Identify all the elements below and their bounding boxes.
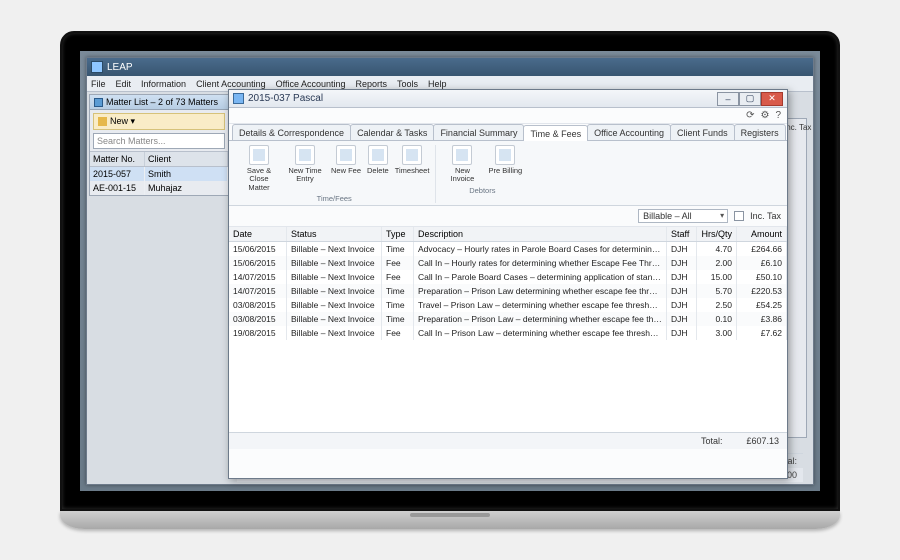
timesheet-button[interactable]: Timesheet [395,145,430,192]
menu-reports[interactable]: Reports [356,79,388,89]
col-staff[interactable]: Staff [667,227,697,241]
grid-row[interactable]: 03/08/2015Billable – Next InvoiceTimePre… [229,312,787,326]
menu-information[interactable]: Information [141,79,186,89]
tab-calendar[interactable]: Calendar & Tasks [350,124,434,140]
new-time-entry-button[interactable]: New Time Entry [285,145,325,192]
dialog-titlebar[interactable]: 2015-037 Pascal – ▢ ✕ [229,90,787,108]
delete-button[interactable]: Delete [367,145,389,192]
col-matter-no[interactable]: Matter No. [90,152,145,166]
new-matter-button[interactable]: New ▾ [93,113,225,130]
list-icon [94,98,103,107]
new-fee-button[interactable]: New Fee [331,145,361,192]
menu-client-accounting[interactable]: Client Accounting [196,79,266,89]
col-date[interactable]: Date [229,227,287,241]
ribbon-group-time-fees: Save & Close Matter New Time Entry New F… [233,145,436,203]
tab-time-fees[interactable]: Time & Fees [523,125,588,141]
save-close-button[interactable]: Save & Close Matter [239,145,279,192]
ribbon-group-debtors: New Invoice Pre Billing Debtors [436,145,528,203]
pre-billing-button[interactable]: Pre Billing [488,145,522,184]
matter-icon [233,93,244,104]
matter-list-header: Matter List – 2 of 73 Matters [90,95,228,110]
grid-header: Date Status Type Description Staff Hrs/Q… [229,227,787,242]
col-description[interactable]: Description [414,227,667,241]
close-button[interactable]: ✕ [761,92,783,106]
total-label: Total: [701,436,723,446]
save-icon [249,145,269,165]
total-amount: £607.13 [746,436,779,446]
tab-office-accounting[interactable]: Office Accounting [587,124,671,140]
matter-row[interactable]: 2015-057 Smith [90,167,228,181]
col-hrs[interactable]: Hrs/Qty [697,227,737,241]
tab-details[interactable]: Details & Correspondence [232,124,351,140]
dialog-sys-icons: ⟳ ⚙ ? [229,108,787,124]
menu-edit[interactable]: Edit [116,79,132,89]
clock-icon [295,145,315,165]
matter-row[interactable]: AE-001-15 Muhajaz [90,181,228,195]
grid-row[interactable]: 15/06/2015Billable – Next InvoiceFeeCall… [229,256,787,270]
tab-client-funds[interactable]: Client Funds [670,124,735,140]
ribbon: Save & Close Matter New Time Entry New F… [229,141,787,206]
timesheet-icon [402,145,422,165]
delete-icon [368,145,388,165]
tab-financial[interactable]: Financial Summary [433,124,524,140]
grid-row[interactable]: 03/08/2015Billable – Next InvoiceTimeTra… [229,298,787,312]
app-icon [91,61,103,73]
laptop-screen: LEAP File Edit Information Client Accoun… [60,31,840,511]
new-label: New ▾ [110,116,135,127]
minimize-button[interactable]: – [717,92,739,106]
inc-tax-label: Inc. Tax [750,211,781,221]
billable-filter-dropdown[interactable]: Billable – All [638,209,728,223]
matter-list-columns: Matter No. Client [90,151,228,167]
grid-body: 15/06/2015Billable – Next InvoiceTimeAdv… [229,242,787,432]
main-titlebar[interactable]: LEAP [87,58,813,76]
menu-help[interactable]: Help [428,79,447,89]
search-matters-input[interactable]: Search Matters... [93,133,225,149]
col-amount[interactable]: Amount [737,227,787,241]
grid-row[interactable]: 19/08/2015Billable – Next InvoiceFeeCall… [229,326,787,340]
invoice-icon [452,145,472,165]
grid-total-row: Total: £607.13 [229,432,787,449]
fee-icon [336,145,356,165]
dialog-tabs: Details & Correspondence Calendar & Task… [229,124,787,141]
inc-tax-checkbox[interactable] [734,211,744,221]
col-type[interactable]: Type [382,227,414,241]
desktop: LEAP File Edit Information Client Accoun… [80,51,820,491]
folder-icon [98,117,107,126]
laptop-frame: LEAP File Edit Information Client Accoun… [60,31,840,529]
matter-list-title: Matter List – 2 of 73 Matters [106,97,218,107]
grid-row[interactable]: 15/06/2015Billable – Next InvoiceTimeAdv… [229,242,787,256]
matter-list-panel: Matter List – 2 of 73 Matters New ▾ Sear… [89,94,229,196]
col-status[interactable]: Status [287,227,382,241]
menu-file[interactable]: File [91,79,106,89]
menu-tools[interactable]: Tools [397,79,418,89]
dialog-title-text: 2015-037 Pascal [248,93,323,104]
laptop-base [60,511,840,529]
grid-row[interactable]: 14/07/2015Billable – Next InvoiceFeeCall… [229,270,787,284]
tab-registers[interactable]: Registers [734,124,786,140]
new-invoice-button[interactable]: New Invoice [442,145,482,184]
refresh-icon[interactable]: ⟳ [746,110,754,121]
help-icon[interactable]: ? [775,110,781,121]
billing-icon [495,145,515,165]
app-title: LEAP [107,62,133,73]
settings-icon[interactable]: ⚙ [760,110,769,121]
grid-row[interactable]: 14/07/2015Billable – Next InvoiceTimePre… [229,284,787,298]
matter-dialog: 2015-037 Pascal – ▢ ✕ ⟳ ⚙ ? Details & Co… [228,89,788,479]
maximize-button[interactable]: ▢ [739,92,761,106]
filter-row: Billable – All Inc. Tax [229,206,787,227]
col-client[interactable]: Client [145,152,228,166]
menu-office-accounting[interactable]: Office Accounting [276,79,346,89]
